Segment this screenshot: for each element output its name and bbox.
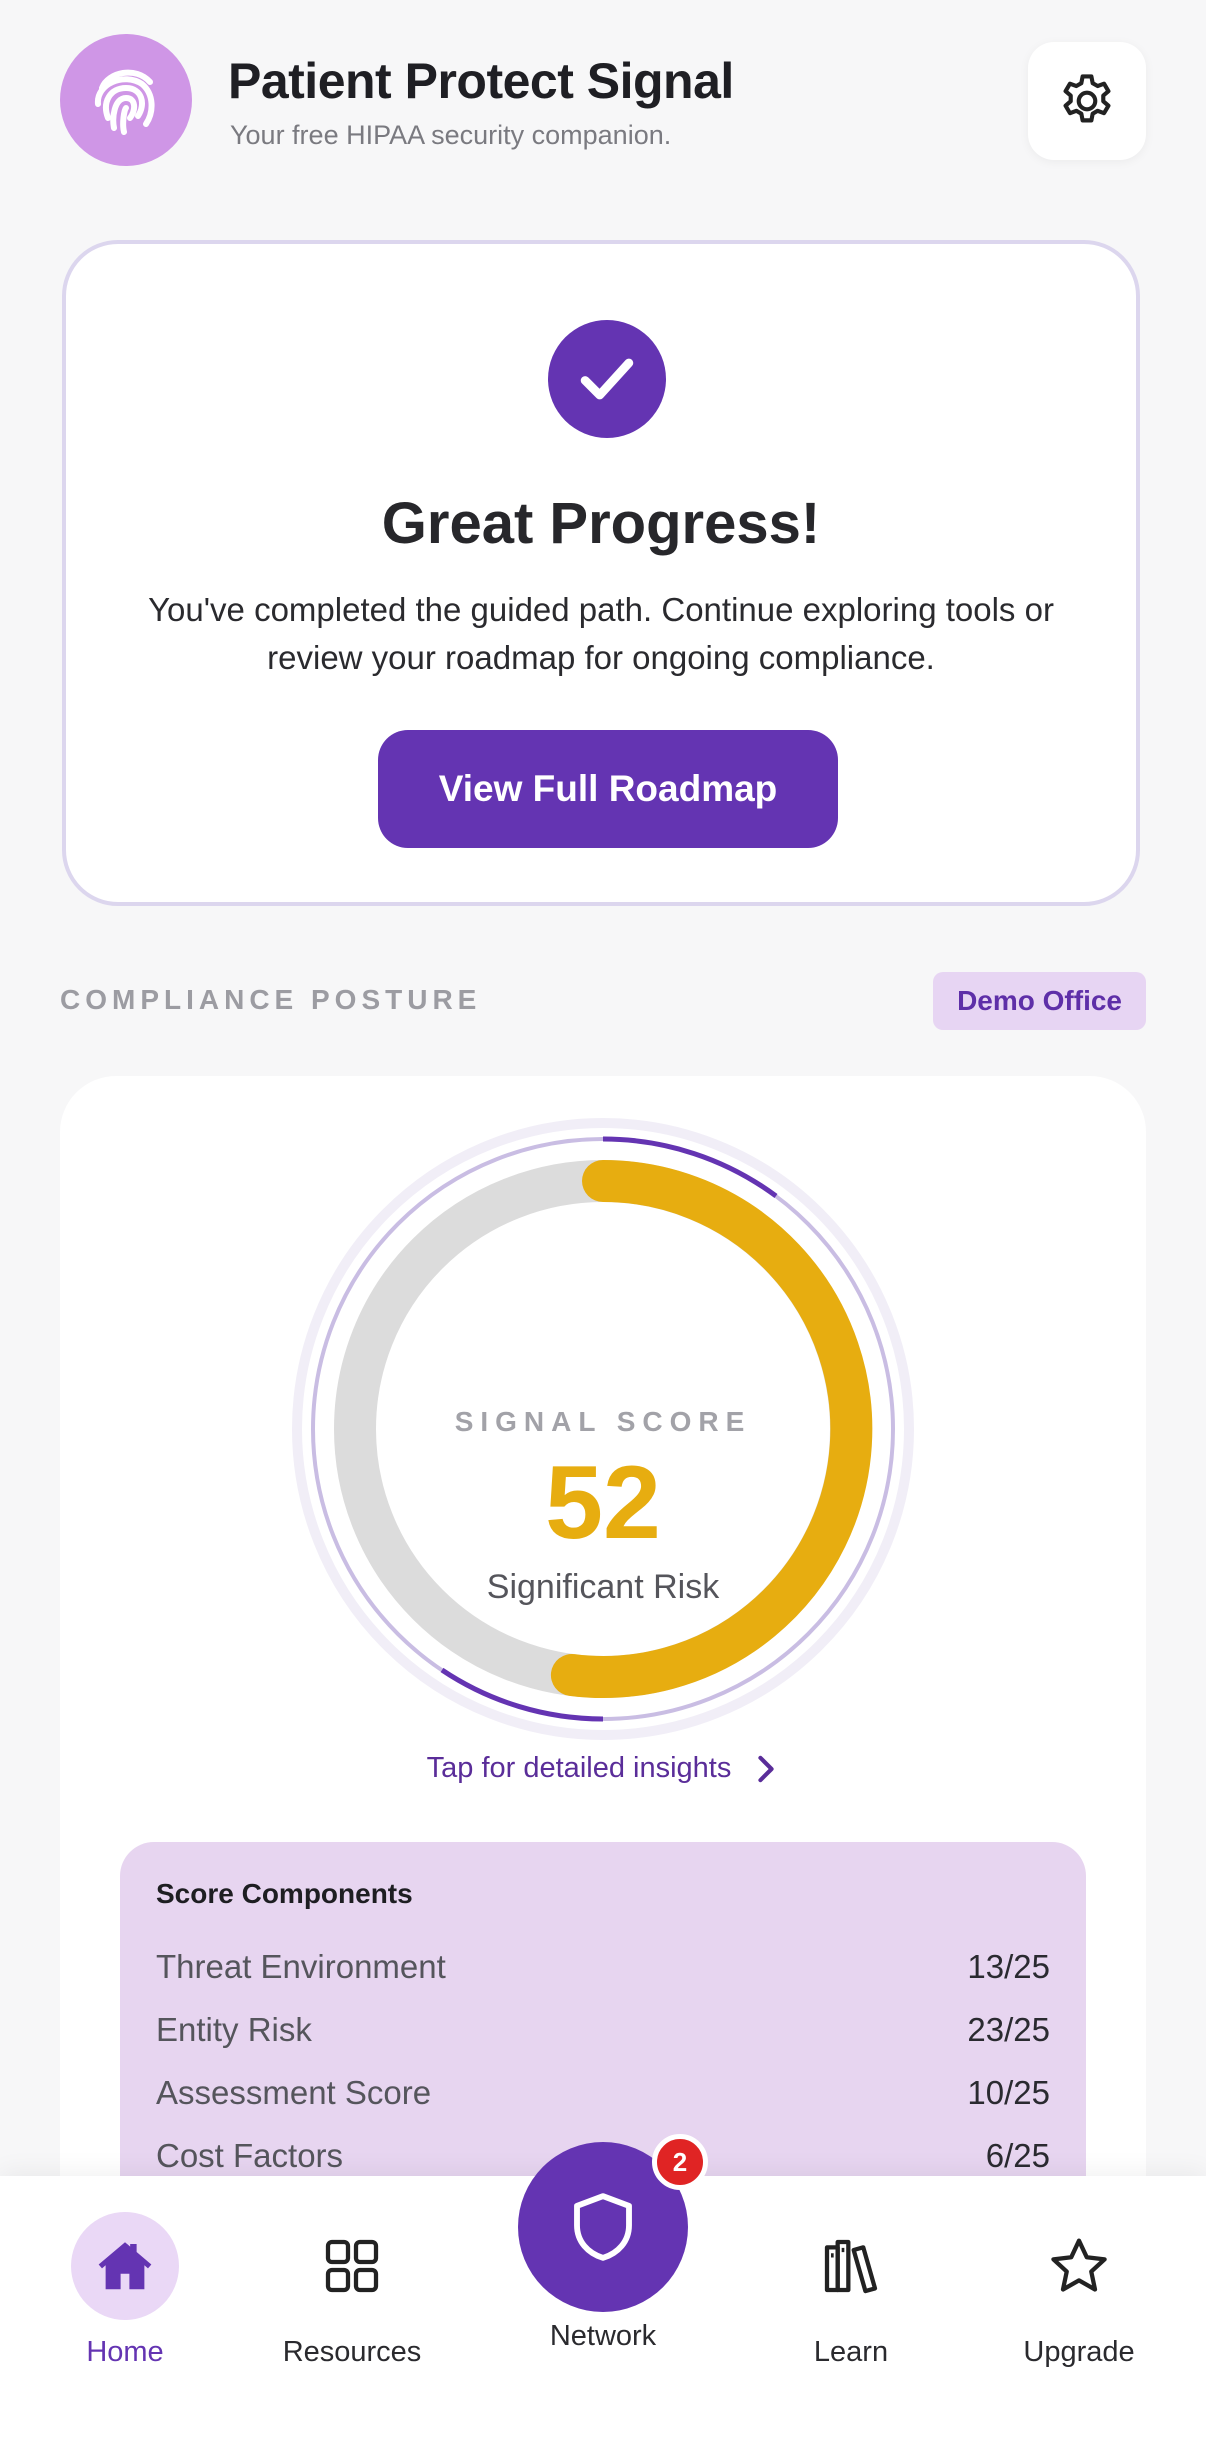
nav-label: Home — [86, 2336, 164, 2368]
signal-score-value: 52 — [545, 1445, 661, 1561]
settings-button[interactable] — [1028, 42, 1146, 160]
home-icon — [98, 2242, 152, 2290]
component-value: 10/25 — [967, 2074, 1050, 2111]
insights-link-label: Tap for detailed insights — [426, 1752, 732, 1784]
grid-icon — [325, 2239, 379, 2293]
component-value: 13/25 — [967, 1948, 1050, 1985]
office-badge[interactable]: Demo Office — [933, 972, 1146, 1030]
progress-title: Great Progress! — [381, 491, 821, 556]
component-name: Assessment Score — [156, 2074, 432, 2111]
insights-link[interactable]: Tap for detailed insights — [60, 1752, 1146, 1785]
app-header: Patient Protect Signal Your free HIPAA s… — [60, 34, 1146, 166]
component-name: Entity Risk — [156, 2011, 312, 2048]
nav-label: Network — [549, 2320, 657, 2352]
component-name: Cost Factors — [156, 2137, 344, 2174]
nav-home[interactable]: Home — [30, 2212, 220, 2369]
risk-status: Significant Risk — [486, 1568, 720, 1606]
gauge-center: SIGNAL SCORE 52 Significant Risk — [292, 1118, 914, 1740]
star-icon — [1051, 2238, 1107, 2292]
progress-card: Great Progress! You've completed the gui… — [62, 240, 1140, 906]
component-row: Entity Risk 23/25 — [156, 2005, 1050, 2055]
fingerprint-icon — [60, 34, 192, 166]
nav-label: Upgrade — [1023, 2336, 1135, 2368]
check-icon — [548, 320, 666, 438]
nav-resources[interactable]: Resources — [257, 2212, 447, 2369]
component-row: Threat Environment 13/25 — [156, 1942, 1050, 1992]
component-row: Assessment Score 10/25 — [156, 2068, 1050, 2118]
component-name: Threat Environment — [156, 1948, 446, 1985]
app-title: Patient Protect Signal — [228, 53, 734, 109]
app-subtitle: Your free HIPAA security companion. — [230, 120, 672, 150]
nav-upgrade[interactable]: Upgrade — [984, 2212, 1174, 2369]
component-value: 23/25 — [967, 2011, 1050, 2048]
signal-score-label: SIGNAL SCORE — [454, 1406, 752, 1437]
books-icon — [824, 2239, 878, 2294]
nav-label: Learn — [813, 2336, 889, 2368]
components-title: Score Components — [156, 1878, 413, 1909]
notification-badge: 2 — [652, 2134, 708, 2190]
shield-icon — [574, 2193, 632, 2261]
chevron-right-icon — [758, 1755, 774, 1782]
progress-description: You've completed the guided path. Contin… — [148, 591, 1054, 676]
gear-icon — [1063, 74, 1111, 123]
component-value: 6/25 — [985, 2137, 1050, 2174]
section-label: COMPLIANCE POSTURE — [60, 984, 482, 1015]
nav-learn[interactable]: Learn — [756, 2212, 946, 2369]
view-roadmap-button[interactable]: View Full Roadmap — [378, 730, 838, 848]
nav-label: Resources — [282, 2336, 422, 2368]
